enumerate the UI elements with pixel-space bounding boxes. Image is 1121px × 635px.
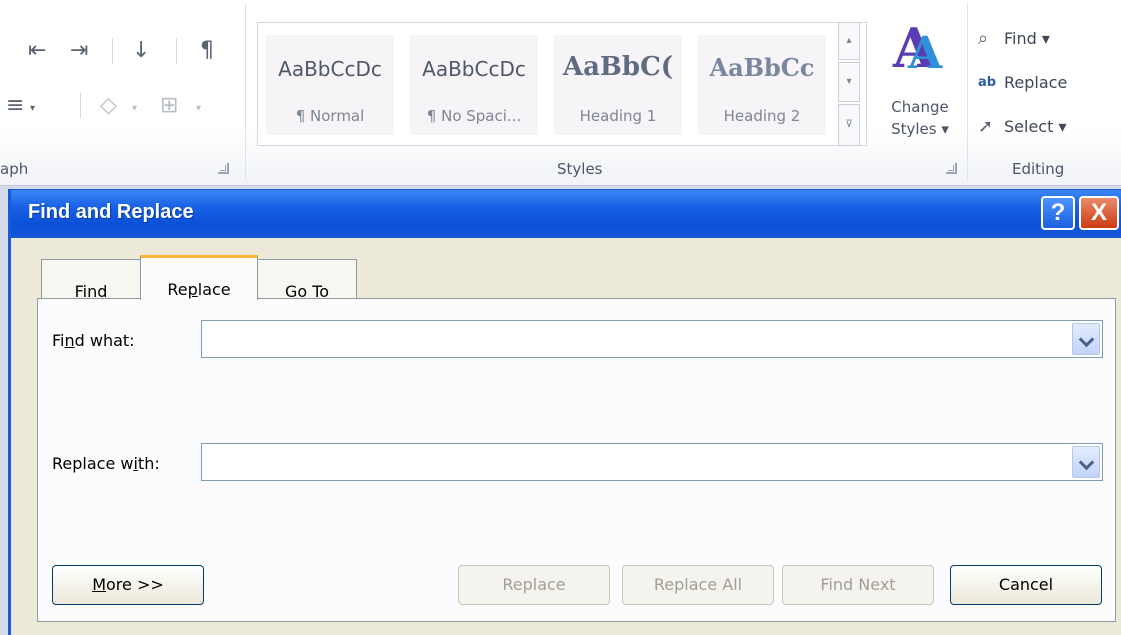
change-styles-label: Change: [891, 98, 949, 116]
paragraph-dialog-launcher-icon[interactable]: [218, 163, 229, 174]
style-sample: AaBbC(: [562, 52, 674, 82]
chevron-down-icon[interactable]: ▾: [132, 98, 137, 120]
close-button[interactable]: X: [1079, 196, 1119, 230]
select-button[interactable]: ➚ Select ▾: [978, 112, 1066, 140]
shading-icon[interactable]: ◇: [100, 95, 117, 117]
gallery-scroll-up-button[interactable]: ▴: [838, 22, 860, 60]
decrease-indent-icon[interactable]: ⇤: [28, 40, 46, 62]
style-name: Heading 1: [579, 107, 657, 125]
replace-icon: ab: [978, 74, 997, 90]
replace-with-label: Replace with:: [52, 454, 160, 473]
tab-go-to[interactable]: Go To: [257, 259, 357, 301]
tab-label: Go To: [285, 271, 329, 301]
group-divider: [245, 4, 246, 180]
tab-text: Re: [167, 280, 188, 299]
increase-indent-icon[interactable]: ⇥: [70, 40, 88, 62]
label-accesskey: n: [64, 331, 75, 350]
select-label: Select ▾: [1004, 116, 1067, 136]
replace-label: Replace: [1004, 72, 1068, 92]
borders-icon[interactable]: ⊞: [160, 95, 178, 117]
replace-all-button[interactable]: Replace All: [622, 565, 774, 605]
change-styles-icon-accent: A: [908, 28, 943, 79]
find-label: Find ▾: [1004, 28, 1050, 48]
replace-button[interactable]: ab Replace: [978, 68, 1067, 96]
find-replace-dialog: Find and Replace ? X Find Replace Go To …: [8, 189, 1121, 635]
button-accesskey: M: [92, 575, 107, 594]
help-button[interactable]: ?: [1041, 196, 1075, 230]
label-text: th:: [137, 454, 160, 473]
find-next-button[interactable]: Find Next: [782, 565, 934, 605]
tab-replace[interactable]: Replace: [140, 255, 258, 300]
style-no-spacing[interactable]: AaBbCcDc ¶ No Spaci...: [410, 35, 538, 135]
label-text: Replace w: [52, 454, 134, 473]
replace-with-dropdown-button[interactable]: [1072, 446, 1100, 478]
replace-tab-panel: Find what: Replace with: More >> Replace…: [37, 298, 1116, 622]
dialog-titlebar[interactable]: Find and Replace ? X: [11, 190, 1121, 238]
cancel-button[interactable]: Cancel: [950, 565, 1102, 605]
find-button[interactable]: ⌕ Find ▾: [978, 24, 1050, 52]
style-name: ¶ No Spaci...: [426, 107, 522, 125]
style-name: Heading 2: [723, 107, 801, 125]
tab-label: Replace: [167, 269, 230, 299]
styles-dialog-launcher-icon[interactable]: [946, 163, 957, 174]
replace-with-combobox[interactable]: [201, 443, 1103, 481]
tab-label: Find: [75, 271, 108, 301]
paragraph-group-label: aph: [0, 160, 29, 178]
button-text: ore >>: [106, 575, 164, 594]
more-button[interactable]: More >>: [52, 565, 204, 605]
tab-find[interactable]: Find: [41, 259, 141, 301]
style-heading-2[interactable]: AaBbCc Heading 2: [698, 35, 826, 135]
show-formatting-marks-icon[interactable]: ¶: [200, 40, 214, 62]
styles-group-label: Styles: [557, 160, 603, 178]
find-what-label: Find what:: [52, 331, 135, 350]
style-normal[interactable]: AaBbCcDc ¶ Normal: [266, 35, 394, 135]
style-sample: AaBbCcDc: [422, 57, 526, 81]
group-divider: [967, 4, 968, 180]
chevron-down-icon[interactable]: ▾: [30, 98, 35, 120]
replace-with-input[interactable]: [202, 444, 1062, 480]
help-icon: ?: [1050, 199, 1066, 226]
ribbon: ⇤ ⇥ ↓ ¶ ≡ ▾ ◇ ▾ ⊞ ▾ aph AaBbCcDc ¶ Norma…: [0, 0, 1121, 186]
find-what-dropdown-button[interactable]: [1072, 323, 1100, 355]
dialog-title: Find and Replace: [28, 201, 194, 223]
editing-group-label: Editing: [1012, 160, 1065, 178]
replace-button[interactable]: Replace: [458, 565, 610, 605]
change-styles-label-2: Styles ▾: [891, 120, 949, 138]
style-name: ¶ Normal: [295, 107, 365, 125]
label-text: d what:: [74, 331, 135, 350]
find-what-input[interactable]: [202, 321, 1062, 357]
tab-accesskey: p: [187, 280, 198, 299]
sort-icon[interactable]: ↓: [132, 40, 150, 62]
style-heading-1[interactable]: AaBbC( Heading 1: [554, 35, 682, 135]
tab-text: lace: [197, 280, 231, 299]
style-sample: AaBbCcDc: [278, 57, 382, 81]
label-text: Fi: [52, 331, 65, 350]
binoculars-icon: ⌕: [978, 27, 989, 49]
style-sample: AaBbCc: [709, 53, 815, 82]
styles-gallery: AaBbCcDc ¶ Normal AaBbCcDc ¶ No Spaci...…: [257, 22, 867, 146]
gallery-more-button[interactable]: ⊽: [838, 104, 860, 146]
chevron-down-icon[interactable]: ▾: [196, 98, 201, 120]
pointer-icon: ➚: [978, 115, 994, 137]
close-icon: X: [1090, 199, 1107, 226]
find-what-combobox[interactable]: [201, 320, 1103, 358]
gallery-scroll-down-button[interactable]: ▾: [838, 62, 860, 102]
line-spacing-icon[interactable]: ≡: [6, 95, 24, 117]
